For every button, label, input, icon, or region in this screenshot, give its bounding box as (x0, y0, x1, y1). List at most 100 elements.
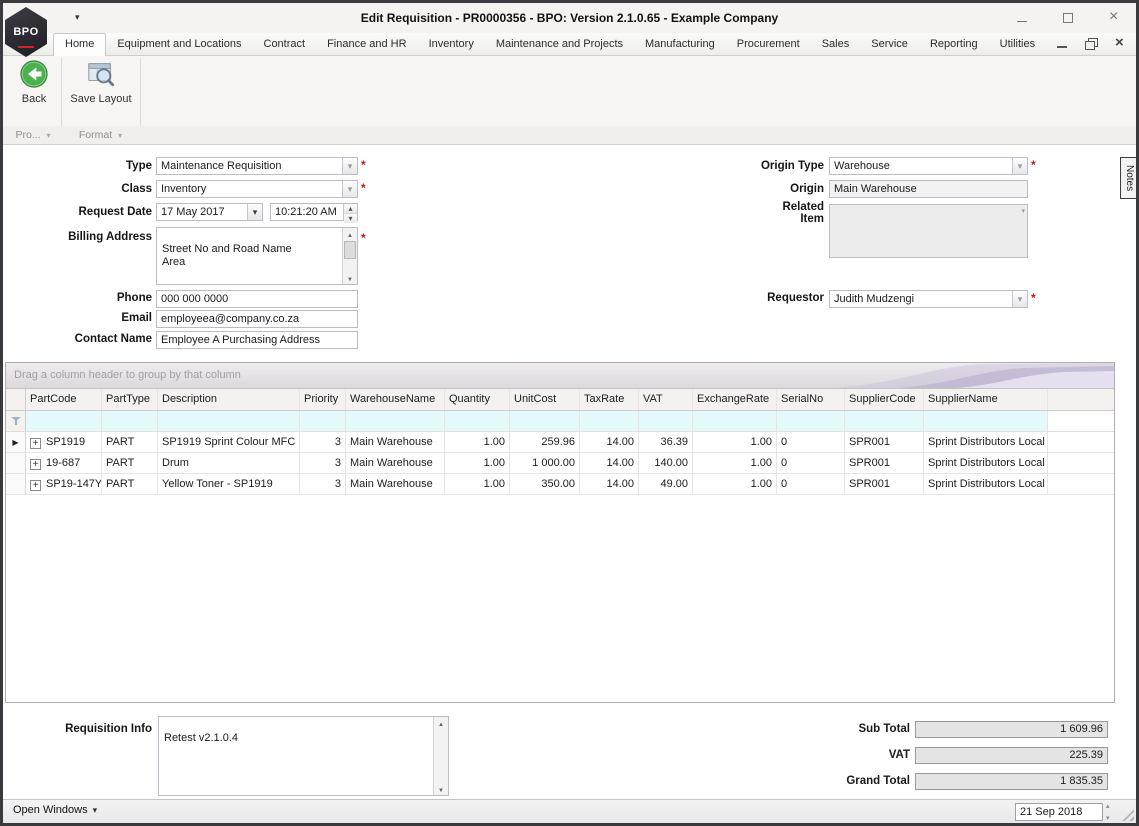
billing-address-field[interactable]: Street No and Road Name Area (156, 227, 358, 285)
notes-side-tab[interactable]: Notes (1120, 157, 1136, 199)
filter-cell-vat[interactable] (639, 411, 693, 431)
contact-name-field[interactable]: Employee A Purchasing Address (156, 331, 358, 349)
grid-cell[interactable]: 350.00 (510, 474, 580, 494)
tab-procurement[interactable]: Procurement (726, 33, 811, 56)
billing-address-scrollbar[interactable] (342, 228, 357, 284)
filter-cell-priority[interactable] (300, 411, 346, 431)
tab-service[interactable]: Service (860, 33, 919, 56)
requestor-select[interactable]: Judith Mudzengi (829, 290, 1028, 308)
grid-cell[interactable]: SP1919 Sprint Colour MFC (158, 432, 300, 452)
grid-cell[interactable]: SPR001 (845, 453, 924, 473)
filter-cell-unitcost[interactable] (510, 411, 580, 431)
grid-cell[interactable]: 1.00 (693, 474, 777, 494)
grid-cell[interactable]: Yellow Toner - SP1919 (158, 474, 300, 494)
grid-cell[interactable]: 0 (777, 474, 845, 494)
filter-cell-parttype[interactable] (102, 411, 158, 431)
filter-cell-partcode[interactable] (26, 411, 102, 431)
spin-up-icon[interactable] (344, 204, 357, 214)
tab-reporting[interactable]: Reporting (919, 33, 989, 56)
chevron-down-icon[interactable] (247, 204, 262, 220)
grid-cell[interactable]: Main Warehouse (346, 432, 445, 452)
expand-icon[interactable]: + (30, 480, 41, 491)
origin-type-select[interactable]: Warehouse (829, 157, 1028, 175)
grid-cell[interactable]: +19-687 (26, 453, 102, 473)
request-date-picker[interactable]: 17 May 2017 (156, 203, 263, 221)
chevron-down-icon[interactable] (342, 181, 357, 197)
grid-cell[interactable]: 1.00 (445, 432, 510, 452)
chevron-down-icon[interactable] (342, 158, 357, 174)
grid-cell[interactable]: + SP1919 (26, 432, 102, 452)
filter-cell-suppliername[interactable] (924, 411, 1048, 431)
open-windows-button[interactable]: Open Windows (13, 804, 97, 816)
scroll-down-icon[interactable] (343, 272, 357, 284)
close-button[interactable] (1106, 9, 1122, 26)
tab-utilities[interactable]: Utilities (989, 33, 1046, 56)
expand-icon[interactable]: + (30, 459, 41, 470)
request-time-field[interactable]: 10:21:20 AM (270, 203, 358, 223)
chevron-down-icon[interactable] (1012, 158, 1027, 174)
grid-cell[interactable]: PART (102, 453, 158, 473)
tab-sales[interactable]: Sales (811, 33, 861, 56)
grid-cell[interactable]: 49.00 (639, 474, 693, 494)
filter-cell-suppliercode[interactable] (845, 411, 924, 431)
tab-equipment-and-locations[interactable]: Equipment and Locations (106, 33, 252, 56)
column-header-unitcost[interactable]: UnitCost (510, 389, 580, 410)
type-select[interactable]: Maintenance Requisition (156, 157, 358, 175)
filter-cell-exchangerate[interactable] (693, 411, 777, 431)
scroll-up-icon[interactable] (343, 228, 357, 240)
grid-cell[interactable]: 14.00 (580, 474, 639, 494)
column-header-taxrate[interactable]: TaxRate (580, 389, 639, 410)
email-field[interactable]: employeea@company.co.za (156, 310, 358, 328)
tab-manufacturing[interactable]: Manufacturing (634, 33, 726, 56)
grid-cell[interactable]: 3 (300, 474, 346, 494)
grid-group-panel[interactable]: Drag a column header to group by that co… (6, 363, 1114, 389)
grid-cell[interactable]: Drum (158, 453, 300, 473)
column-header-suppliername[interactable]: SupplierName (924, 389, 1048, 410)
spin-down-icon[interactable] (344, 214, 357, 223)
grid-cell[interactable]: PART (102, 432, 158, 452)
filter-cell-warehousename[interactable] (346, 411, 445, 431)
column-header-priority[interactable]: Priority (300, 389, 346, 410)
column-header-warehousename[interactable]: WarehouseName (346, 389, 445, 410)
grid-cell[interactable]: 1.00 (693, 453, 777, 473)
ribbon-group-process[interactable]: Pro... (5, 126, 61, 145)
grid-cell[interactable]: Sprint Distributors Local (924, 453, 1048, 473)
tab-contract[interactable]: Contract (253, 33, 317, 56)
scrollbar-thumb[interactable] (344, 241, 356, 259)
grid-cell[interactable]: 1.00 (445, 474, 510, 494)
grid-cell[interactable]: SPR001 (845, 474, 924, 494)
filter-cell-description[interactable] (158, 411, 300, 431)
status-date-field[interactable]: 21 Sep 2018 (1015, 803, 1103, 821)
tab-inventory[interactable]: Inventory (418, 33, 485, 56)
grid-cell[interactable]: + SP19-147Y (26, 474, 102, 494)
table-row[interactable]: +19-687 PART Drum 3 Main Warehouse 1.00 1 000.… (6, 453, 1114, 474)
grid-cell[interactable]: Main Warehouse (346, 474, 445, 494)
column-header-quantity[interactable]: Quantity (445, 389, 510, 410)
minimize-button[interactable] (1014, 10, 1030, 26)
resize-grip[interactable] (1121, 808, 1134, 821)
grid-cell[interactable]: 36.39 (639, 432, 693, 452)
grid-cell[interactable]: 14.00 (580, 453, 639, 473)
table-row[interactable]: + SP19-147Y PART Yellow Toner - SP1919 3 Main… (6, 474, 1114, 495)
requisition-info-field[interactable]: Retest v2.1.0.4 (158, 716, 449, 796)
column-header-parttype[interactable]: PartType (102, 389, 158, 410)
phone-field[interactable]: 000 000 0000 (156, 290, 358, 308)
filter-cell-quantity[interactable] (445, 411, 510, 431)
grid-cell[interactable]: 259.96 (510, 432, 580, 452)
column-header-exchangerate[interactable]: ExchangeRate (693, 389, 777, 410)
expand-icon[interactable]: + (30, 438, 41, 449)
save-layout-button[interactable]: Save Layout (65, 59, 137, 123)
grid-cell[interactable]: 3 (300, 432, 346, 452)
column-header-suppliercode[interactable]: SupplierCode (845, 389, 924, 410)
mdi-minimize-button[interactable] (1056, 38, 1068, 50)
grid-cell[interactable]: 0 (777, 453, 845, 473)
grid-cell[interactable]: Sprint Distributors Local (924, 432, 1048, 452)
maximize-button[interactable] (1060, 10, 1076, 26)
grid-cell[interactable]: 0 (777, 432, 845, 452)
scroll-down-icon[interactable] (434, 783, 448, 795)
grid-cell[interactable]: Main Warehouse (346, 453, 445, 473)
table-row[interactable]: ▶ + SP1919 PART SP1919 Sprint Colour MFC 3 Mai… (6, 432, 1114, 453)
grid-cell[interactable]: PART (102, 474, 158, 494)
grid-cell[interactable]: SPR001 (845, 432, 924, 452)
grid-cell[interactable]: 140.00 (639, 453, 693, 473)
